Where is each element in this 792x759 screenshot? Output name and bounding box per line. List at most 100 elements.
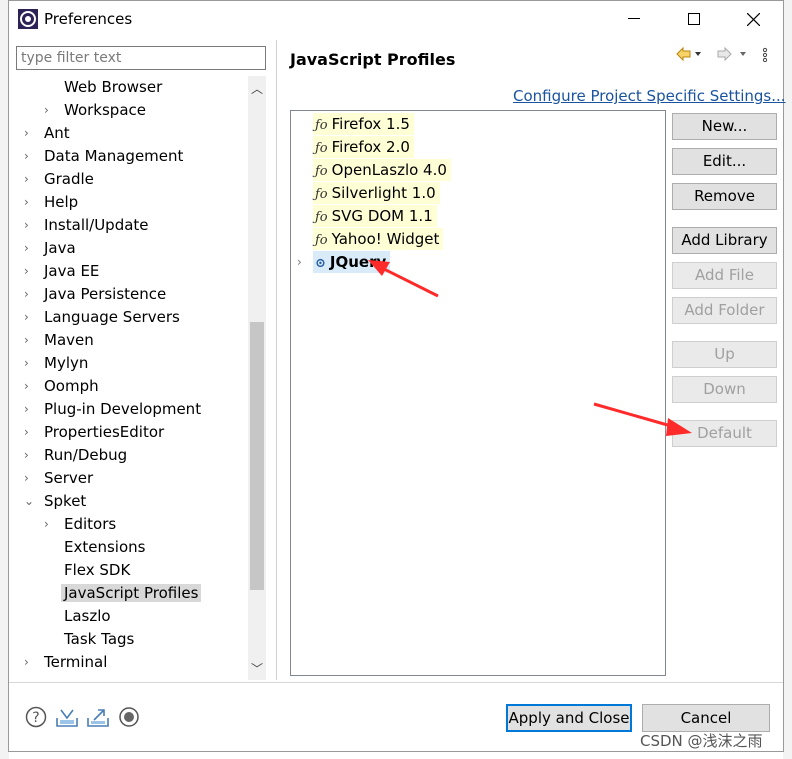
profile-label: Silverlight 1.0 — [331, 184, 436, 202]
edit-button[interactable]: Edit... — [672, 148, 777, 175]
tree-item-label: Mylyn — [44, 354, 89, 372]
annotation-arrow-default — [593, 402, 692, 436]
preference-tree: Web Browser › Workspace › Ant › Data Managemen… — [16, 76, 266, 680]
tree-item[interactable]: › Mylyn — [24, 352, 91, 374]
chevron-right-icon[interactable]: › — [24, 214, 36, 236]
tree-item[interactable]: › Data Management — [24, 145, 186, 167]
tree-item[interactable]: › Java EE — [24, 260, 102, 282]
function-icon: ƒo — [315, 164, 328, 179]
chevron-right-icon[interactable]: › — [24, 467, 36, 489]
help-icon[interactable]: ? — [25, 706, 47, 728]
tree-item-label: Install/Update — [44, 216, 149, 234]
chevron-right-icon[interactable]: › — [295, 251, 306, 273]
profile-label: Firefox 2.0 — [331, 138, 410, 156]
chevron-right-icon[interactable]: › — [44, 513, 56, 535]
remove-button[interactable]: Remove — [672, 183, 777, 210]
tree-item[interactable]: ⌄ Spket — [24, 490, 89, 512]
tree-item[interactable]: JavaScript Profiles — [44, 582, 202, 604]
chevron-right-icon[interactable]: › — [24, 237, 36, 259]
svg-text:?: ? — [32, 710, 39, 726]
tree-item-label: Oomph — [44, 377, 99, 395]
scroll-up-icon[interactable]: ︿ — [251, 80, 263, 97]
tree-item[interactable]: Task Tags — [44, 628, 137, 650]
profile-label: OpenLaszlo 4.0 — [331, 161, 447, 179]
tree-item[interactable]: › Workspace — [44, 99, 149, 121]
chevron-right-icon[interactable]: › — [24, 398, 36, 420]
minimize-button[interactable] — [611, 5, 657, 33]
chevron-right-icon[interactable]: › — [24, 375, 36, 397]
profile-item[interactable]: ƒo OpenLaszlo 4.0 — [313, 159, 451, 181]
tree-item[interactable]: › Language Servers — [24, 306, 183, 328]
chevron-right-icon[interactable]: › — [24, 122, 36, 144]
tree-item-label: Laszlo — [64, 607, 111, 625]
profile-item[interactable]: ƒo Firefox 2.0 — [313, 136, 414, 158]
up-button[interactable]: Up — [672, 341, 777, 368]
pane-divider[interactable] — [276, 40, 277, 680]
add-library-button[interactable]: Add Library — [672, 227, 777, 254]
tree-item[interactable]: › Ant — [24, 122, 73, 144]
tree-item-label: Java — [44, 239, 76, 257]
new-button[interactable]: New... — [672, 113, 777, 140]
close-button[interactable] — [730, 5, 776, 33]
tree-item[interactable]: › Oomph — [24, 375, 102, 397]
filter-input[interactable] — [16, 46, 266, 70]
tree-item-label: Java Persistence — [44, 285, 167, 303]
tree-scroll-thumb[interactable] — [250, 322, 264, 590]
chevron-right-icon[interactable]: › — [24, 145, 36, 167]
tree-item[interactable]: › Server — [24, 467, 96, 489]
chevron-right-icon[interactable]: › — [24, 260, 36, 282]
tree-item[interactable]: Web Browser — [44, 76, 165, 98]
window-title: Preferences — [44, 10, 133, 28]
tree-item[interactable]: › Gradle — [24, 168, 97, 190]
view-menu-icon[interactable] — [762, 47, 768, 67]
tree-item[interactable]: › Maven — [24, 329, 97, 351]
chevron-down-icon[interactable]: ⌄ — [24, 490, 36, 512]
tree-item-label: Extensions — [64, 538, 146, 556]
chevron-right-icon[interactable]: › — [24, 421, 36, 443]
tree-item[interactable]: › Install/Update — [24, 214, 152, 236]
back-arrow-icon[interactable] — [675, 46, 701, 66]
chevron-right-icon[interactable]: › — [24, 352, 36, 374]
cancel-button[interactable]: Cancel — [642, 704, 770, 732]
chevron-right-icon[interactable]: › — [24, 191, 36, 213]
record-icon[interactable] — [118, 706, 140, 728]
chevron-right-icon[interactable]: › — [24, 329, 36, 351]
tree-item[interactable]: Extensions — [44, 536, 148, 558]
tree-item[interactable]: › Java — [24, 237, 79, 259]
function-icon: ƒo — [315, 233, 328, 248]
tree-item-label: Spket — [44, 492, 87, 510]
tree-item-label: Data Management — [44, 147, 184, 165]
tree-item[interactable]: › PropertiesEditor — [24, 421, 167, 443]
add-file-button[interactable]: Add File — [672, 262, 777, 289]
profile-item[interactable]: ƒo SVG DOM 1.1 — [313, 205, 437, 227]
scroll-down-icon[interactable]: ﹀ — [251, 660, 263, 677]
profile-item[interactable]: ƒo Firefox 1.5 — [313, 113, 414, 135]
forward-arrow-icon[interactable] — [716, 46, 750, 66]
export-icon[interactable] — [86, 706, 109, 728]
tree-item[interactable]: Flex SDK — [44, 559, 133, 581]
tree-item[interactable]: › Editors — [44, 513, 119, 535]
apply-and-close-button[interactable]: Apply and Close — [506, 704, 632, 732]
chevron-right-icon[interactable]: › — [24, 444, 36, 466]
chevron-right-icon[interactable]: › — [24, 306, 36, 328]
configure-project-settings-link[interactable]: Configure Project Specific Settings... — [513, 87, 786, 105]
tree-item[interactable]: Laszlo — [44, 605, 114, 627]
tree-item-label: Run/Debug — [44, 446, 128, 464]
tree-item-label: PropertiesEditor — [44, 423, 165, 441]
chevron-right-icon[interactable]: › — [24, 168, 36, 190]
tree-item[interactable]: › Help — [24, 191, 81, 213]
chevron-right-icon[interactable]: › — [44, 99, 56, 121]
maximize-button[interactable] — [671, 5, 717, 33]
tree-item[interactable]: › Plug-in Development — [24, 398, 204, 420]
chevron-right-icon[interactable]: › — [24, 651, 36, 673]
tree-item[interactable]: › Terminal — [24, 651, 110, 673]
profile-item[interactable]: ƒo Yahoo! Widget — [313, 228, 444, 250]
tree-item[interactable]: › Run/Debug — [24, 444, 130, 466]
add-folder-button[interactable]: Add Folder — [672, 297, 777, 324]
tree-item[interactable]: › Java Persistence — [24, 283, 169, 305]
chevron-right-icon[interactable]: › — [24, 283, 36, 305]
tree-item-label: Editors — [64, 515, 117, 533]
import-icon[interactable] — [55, 706, 78, 728]
profile-item[interactable]: ƒo Silverlight 1.0 — [313, 182, 440, 204]
tree-item-label: Gradle — [44, 170, 94, 188]
